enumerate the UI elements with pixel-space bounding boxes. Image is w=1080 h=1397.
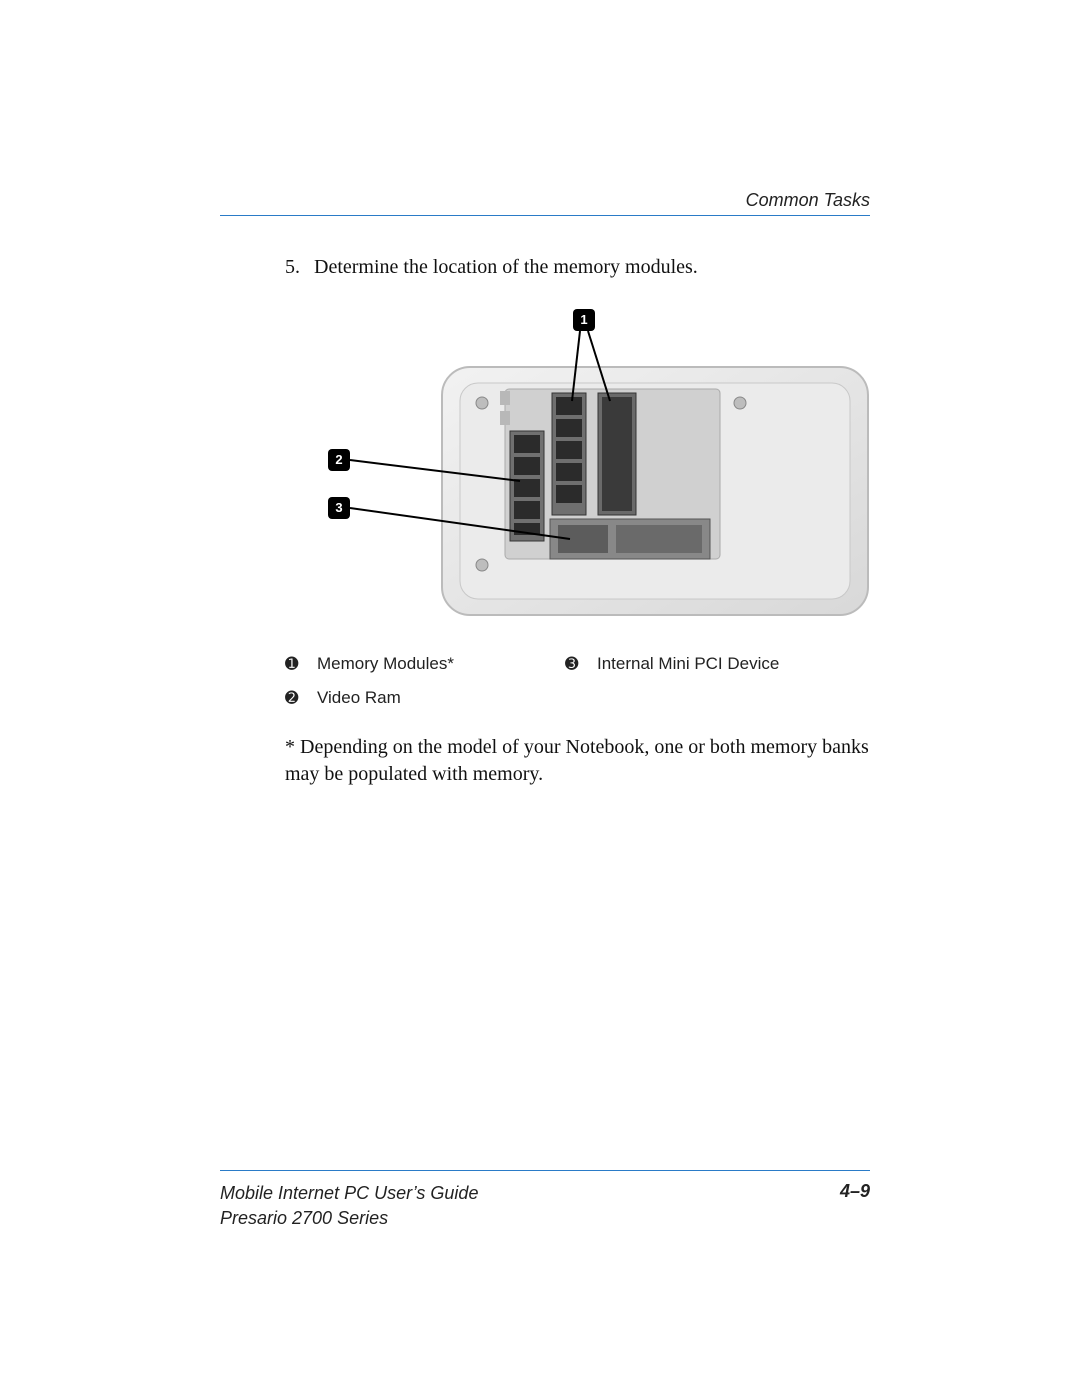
footer: Mobile Internet PC User’s Guide Presario… (220, 1170, 870, 1231)
step-number: 5. (285, 256, 309, 279)
figure: 1 2 3 (310, 309, 870, 619)
header-rule (220, 215, 870, 216)
legend-item-3: ➌ Internal Mini PCI Device (565, 654, 845, 674)
legend-label-2: Video Ram (317, 688, 401, 708)
legend-item-1: ➊ Memory Modules* (285, 654, 565, 674)
callout-3-leader (310, 309, 870, 619)
legend-label-1: Memory Modules* (317, 654, 454, 674)
legend-num-3: ➌ (565, 654, 583, 674)
footer-guide: Mobile Internet PC User’s Guide (220, 1181, 478, 1206)
legend-num-2: ➋ (285, 688, 303, 708)
legend-label-3: Internal Mini PCI Device (597, 654, 779, 674)
legend-item-2: ➋ Video Ram (285, 688, 565, 708)
footnote: * Depending on the model of your Noteboo… (285, 734, 870, 788)
footer-page: 4–9 (840, 1181, 870, 1231)
legend: ➊ Memory Modules* ➌ Internal Mini PCI De… (285, 654, 845, 708)
step-line: 5. Determine the location of the memory … (285, 256, 870, 279)
footer-rule (220, 1170, 870, 1171)
header-section: Common Tasks (220, 190, 870, 211)
footer-series: Presario 2700 Series (220, 1206, 478, 1231)
step-text: Determine the location of the memory mod… (314, 256, 698, 278)
legend-num-1: ➊ (285, 654, 303, 674)
